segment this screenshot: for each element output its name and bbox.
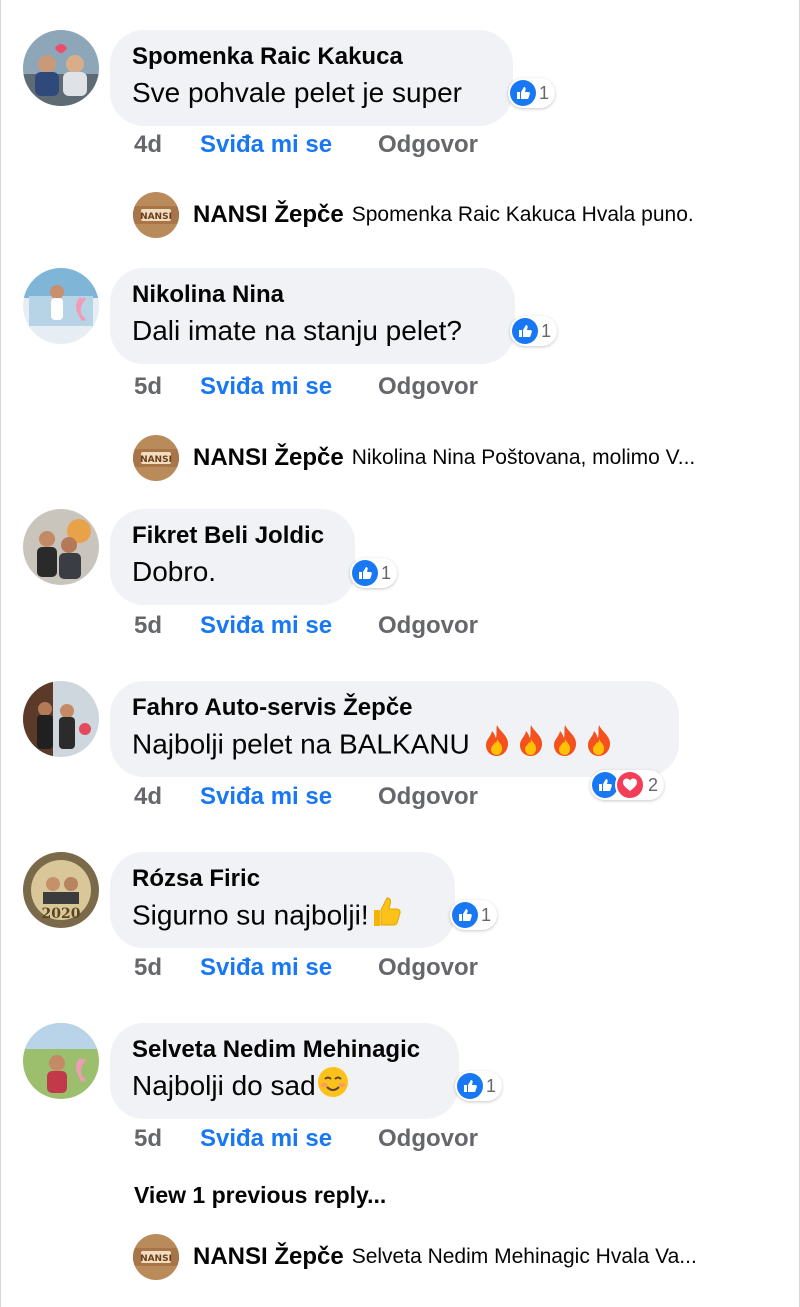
reaction-count: 1 <box>539 82 550 103</box>
like-button[interactable]: Sviđa mi se <box>200 783 378 811</box>
comment-text-content: Najbolji do sad <box>132 1070 316 1101</box>
reaction-count: 1 <box>541 320 552 341</box>
comment-text: Najbolji pelet na BALKANU <box>132 723 657 769</box>
reaction-count: 1 <box>481 904 492 925</box>
comment-author[interactable]: Fikret Beli Joldic <box>132 521 333 551</box>
comment-actions: 5d Sviđa mi se Odgovor <box>134 1122 478 1156</box>
comment-author[interactable]: Nikolina Nina <box>132 280 493 310</box>
comment-author[interactable]: Fahro Auto-servis Žepče <box>132 693 657 723</box>
reply-text: Spomenka Raic Kakuca Hvala puno. <box>351 203 694 226</box>
comment-text: Dali imate na stanju pelet? <box>132 315 462 346</box>
like-button[interactable]: Sviđa mi se <box>200 1125 378 1153</box>
svg-text:NANSI: NANSI <box>140 1254 172 1264</box>
reply-preview[interactable]: NANSI NANSI Žepče Nikolina Nina Poštovan… <box>133 434 695 482</box>
reply-text: Nikolina Nina Poštovana, molimo V... <box>351 446 696 469</box>
fire-emoji <box>550 723 580 769</box>
svg-text:2020: 2020 <box>42 906 81 922</box>
comment-bubble: Rózsa Firic Sigurno su najbolji! <box>110 852 455 948</box>
reaction-summary[interactable]: 1 <box>455 1071 503 1101</box>
comment-text: Najbolji do sad <box>132 1065 437 1110</box>
avatar[interactable] <box>23 681 99 757</box>
comment-time[interactable]: 4d <box>134 131 200 159</box>
comment-author[interactable]: Rózsa Firic <box>132 864 433 894</box>
like-icon <box>512 318 538 344</box>
comment-text-content: Najbolji pelet na BALKANU <box>132 728 470 760</box>
reply-button[interactable]: Odgovor <box>378 131 478 159</box>
comment-bubble: Spomenka Raic Kakuca Sve pohvale pelet j… <box>110 30 513 126</box>
like-icon <box>457 1073 483 1099</box>
comment-bubble: Fahro Auto-servis Žepče Najbolji pelet n… <box>110 681 679 777</box>
reaction-summary[interactable]: 1 <box>350 558 398 588</box>
reaction-count: 2 <box>648 774 659 795</box>
page-avatar[interactable]: NANSI <box>133 435 179 481</box>
comment-time[interactable]: 5d <box>134 954 200 982</box>
svg-text:NANSI: NANSI <box>140 455 172 465</box>
comment-actions: 5d Sviđa mi se Odgovor <box>134 609 478 643</box>
comment-author[interactable]: Spomenka Raic Kakuca <box>132 42 491 72</box>
reply-button[interactable]: Odgovor <box>378 612 478 640</box>
reaction-summary[interactable]: 1 <box>510 316 558 346</box>
smiling-face-emoji <box>317 1066 349 1110</box>
comment-bubble: Selveta Nedim Mehinagic Najbolji do sad <box>110 1023 459 1119</box>
comment-time[interactable]: 4d <box>134 783 200 811</box>
like-button[interactable]: Sviđa mi se <box>200 131 378 159</box>
comment-text: Sve pohvale pelet je super <box>132 77 462 108</box>
avatar[interactable]: 2020 <box>23 852 99 928</box>
fire-emoji <box>482 723 512 769</box>
page-avatar[interactable]: NANSI <box>133 192 179 238</box>
reply-preview[interactable]: NANSI NANSI Žepče Selveta Nedim Mehinagi… <box>133 1233 697 1281</box>
like-icon <box>452 902 478 928</box>
comment-text: Dobro. <box>132 556 217 587</box>
reply-button[interactable]: Odgovor <box>378 1125 478 1153</box>
reply-text: Selveta Nedim Mehinagic Hvala Va... <box>351 1245 697 1268</box>
like-icon <box>510 80 536 106</box>
comment-time[interactable]: 5d <box>134 373 200 401</box>
comment-time[interactable]: 5d <box>134 1125 200 1153</box>
comment-text-content: Sigurno su najbolji! <box>132 899 369 931</box>
reaction-summary[interactable]: 1 <box>450 900 498 930</box>
comment-bubble: Nikolina Nina Dali imate na stanju pelet… <box>110 268 515 364</box>
comment-actions: 4d Sviđa mi se Odgovor <box>134 780 478 814</box>
reply-button[interactable]: Odgovor <box>378 373 478 401</box>
reply-preview[interactable]: NANSI NANSI Žepče Spomenka Raic Kakuca H… <box>133 191 694 239</box>
avatar[interactable] <box>23 1023 99 1099</box>
avatar[interactable] <box>23 509 99 585</box>
avatar[interactable] <box>23 268 99 344</box>
thumbs-up-emoji <box>371 894 403 940</box>
reaction-count: 1 <box>381 562 392 583</box>
comment-text: Sigurno su najbolji! <box>132 894 433 940</box>
comment-actions: 4d Sviđa mi se Odgovor <box>134 128 478 162</box>
page-avatar[interactable]: NANSI <box>133 1234 179 1280</box>
svg-text:NANSI: NANSI <box>140 212 172 222</box>
reaction-summary[interactable]: 2 <box>590 770 665 800</box>
comment-actions: 5d Sviđa mi se Odgovor <box>134 370 478 404</box>
comment-actions: 5d Sviđa mi se Odgovor <box>134 951 478 985</box>
like-button[interactable]: Sviđa mi se <box>200 612 378 640</box>
like-button[interactable]: Sviđa mi se <box>200 954 378 982</box>
comment-bubble: Fikret Beli Joldic Dobro. <box>110 509 355 605</box>
avatar[interactable] <box>23 30 99 106</box>
reaction-count: 1 <box>486 1075 497 1096</box>
reply-author[interactable]: NANSI Žepče <box>193 444 344 472</box>
view-previous-replies[interactable]: View 1 previous reply... <box>134 1182 386 1209</box>
reaction-summary[interactable]: 1 <box>508 78 556 108</box>
comment-author[interactable]: Selveta Nedim Mehinagic <box>132 1035 437 1065</box>
reply-author[interactable]: NANSI Žepče <box>193 1243 344 1271</box>
fire-emoji <box>516 723 546 769</box>
like-icon <box>352 560 378 586</box>
reply-button[interactable]: Odgovor <box>378 954 478 982</box>
comment-time[interactable]: 5d <box>134 612 200 640</box>
reply-author[interactable]: NANSI Žepče <box>193 201 344 229</box>
reply-button[interactable]: Odgovor <box>378 783 478 811</box>
love-icon <box>615 770 645 800</box>
like-button[interactable]: Sviđa mi se <box>200 373 378 401</box>
fire-emoji <box>584 723 614 769</box>
